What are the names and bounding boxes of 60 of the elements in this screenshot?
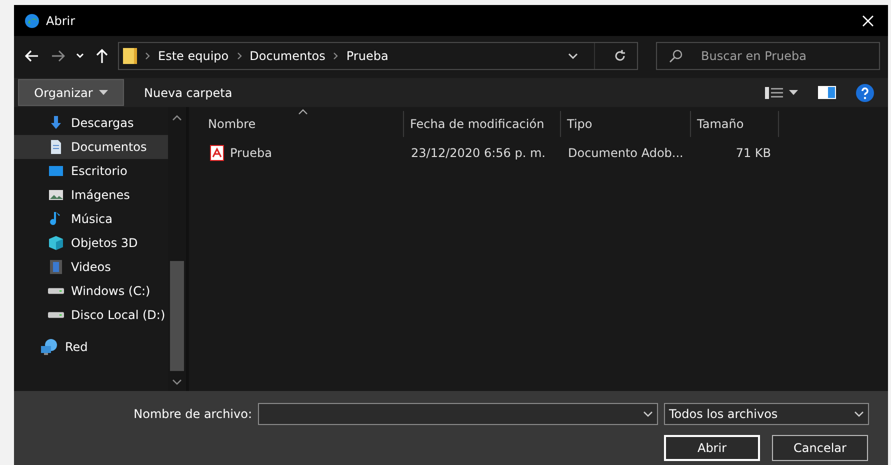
table-cell-text: Documento Adob... [567,146,684,160]
filename-label: Nombre de archivo: [134,407,252,421]
column-header[interactable]: Nombre [189,111,404,137]
breadcrumb[interactable]: Prueba [346,49,388,63]
sidebar-item[interactable]: Videos [14,255,168,279]
browser-logo-icon [24,12,40,28]
sidebar-item[interactable]: Red [14,335,168,359]
sidebar-item[interactable]: Disco Local (D:) [14,303,168,327]
refresh-icon[interactable] [613,49,627,63]
address-bar[interactable]: Este equipo Documentos Prueba [118,42,638,70]
sidebar-item[interactable]: Escritorio [14,159,168,183]
open-button[interactable]: Abrir [664,435,760,461]
breadcrumb[interactable]: Este equipo [158,49,229,63]
right-arrow-icon [51,50,65,62]
breadcrumb[interactable]: Documentos [250,49,326,63]
filename-field[interactable] [258,403,658,425]
search-icon [669,49,683,63]
network-icon [40,339,58,355]
column-header[interactable]: Fecha de modificación [404,111,561,137]
organize-button[interactable]: Organizar [18,79,124,106]
picture-icon [48,187,64,203]
table-cell-text: 71 KB [734,146,772,160]
film-icon [48,259,64,275]
table-cell-text: 23/12/2020 6:56 p. m. [410,146,546,160]
new-folder-button[interactable]: Nueva carpeta [138,84,238,100]
drive-icon [48,288,64,294]
chevron-icon [145,52,150,60]
caret-icon [98,90,108,95]
caret-icon [76,53,84,59]
left-arrow-icon [25,50,39,62]
drive-icon [48,312,64,318]
details-view-icon [765,86,783,98]
file-type-dropdown[interactable]: Todos los archivos [664,403,869,425]
cube-icon [48,235,64,251]
sidebar-item[interactable]: Imágenes [14,183,168,207]
chevron-icon [333,52,338,60]
sidebar-item[interactable]: Windows (C:) [14,279,168,303]
document-icon [48,139,64,155]
column-header[interactable]: Tipo [561,111,691,137]
desktop-icon [48,163,64,179]
file-name[interactable]: Prueba [189,145,404,161]
close-icon [862,14,874,26]
up-arrow-icon [96,49,108,63]
chevron-icon [236,52,242,60]
sidebar-item[interactable]: Documentos [14,135,168,159]
scroll-down-icon[interactable] [172,379,182,385]
sidebar-item[interactable]: Descargas [14,111,168,135]
help-icon [856,84,874,102]
sidebar-item[interactable]: Objetos 3D [14,231,168,255]
pdf-file-icon [210,145,224,161]
sidebar-item[interactable]: Música [14,207,168,231]
pane-icon [818,86,836,99]
download-arrow-icon [48,115,64,131]
scroll-up-icon[interactable] [172,115,182,121]
folder-icon [123,48,137,64]
window-title: Abrir [46,14,76,28]
caret-icon [789,90,798,95]
column-header[interactable]: Tamaño [691,111,779,137]
search-field[interactable]: Buscar en Prueba [656,42,880,70]
cancel-button[interactable]: Cancelar [772,435,868,461]
